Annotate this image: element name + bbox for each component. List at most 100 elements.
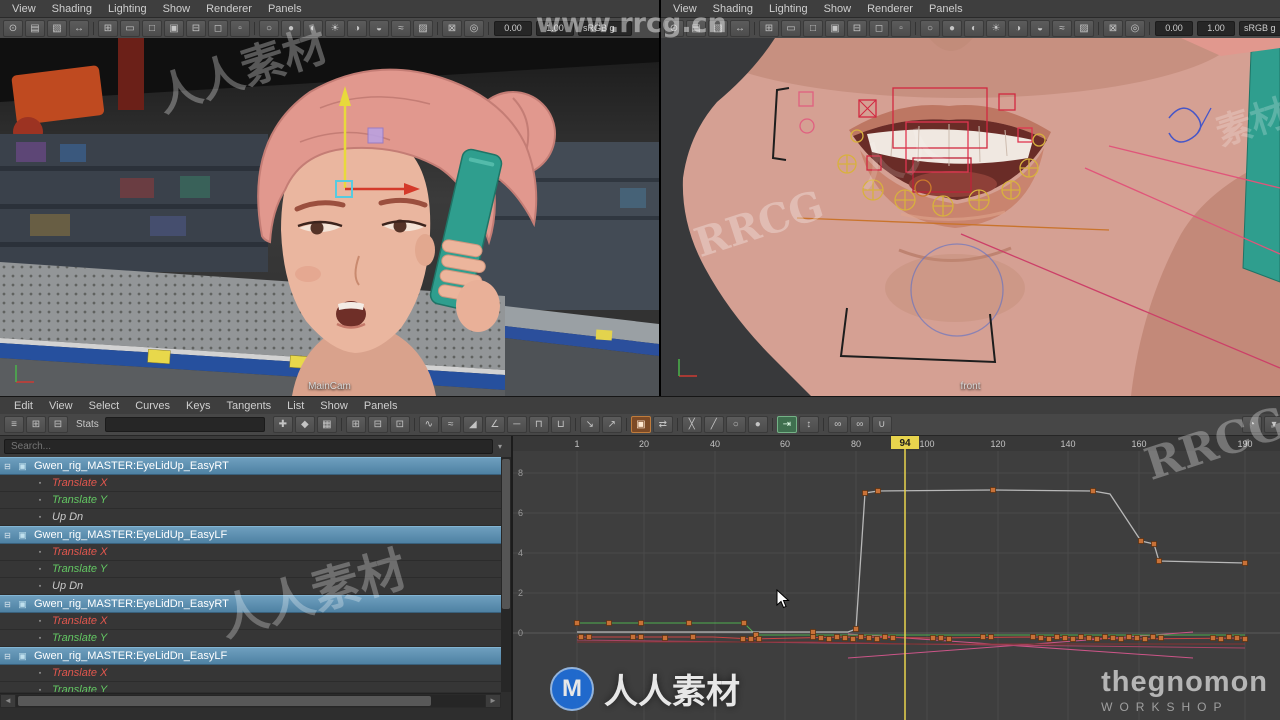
keyframe[interactable] — [663, 636, 668, 641]
keyframe[interactable] — [875, 637, 880, 642]
exposure-field[interactable]: 0.00 — [494, 21, 532, 36]
keyframe[interactable] — [883, 635, 888, 640]
grid-display-icon[interactable]: ⊞ — [759, 20, 779, 37]
keyframe[interactable] — [749, 637, 754, 642]
row-expander-icon[interactable]: ⊟ — [0, 652, 15, 661]
colorspace-field[interactable]: sRGB g — [1239, 21, 1280, 36]
curve-smoothness-icon[interactable]: ∪ — [872, 416, 892, 433]
isolate-select-icon[interactable]: ◎ — [464, 20, 484, 37]
keyframe[interactable] — [579, 635, 584, 640]
wireframe-icon[interactable]: ○ — [920, 20, 940, 37]
keyframe[interactable] — [757, 637, 762, 642]
menu-view[interactable]: View — [665, 2, 705, 16]
keyframe[interactable] — [1119, 637, 1124, 642]
search-input[interactable] — [4, 439, 493, 454]
menu-panels[interactable]: Panels — [356, 399, 406, 413]
safe-title-icon[interactable]: ▫ — [230, 20, 250, 37]
menu-show[interactable]: Show — [816, 2, 860, 16]
step-tangents-icon[interactable]: ⊓ — [529, 416, 549, 433]
menu-list[interactable]: List — [279, 399, 312, 413]
film-gate-icon[interactable]: ▭ — [120, 20, 140, 37]
default-in-tangent-icon[interactable]: ↘ — [580, 416, 600, 433]
keyframe[interactable] — [931, 636, 936, 641]
keyframe[interactable] — [989, 635, 994, 640]
clamped-tangents-icon[interactable]: ◢ — [463, 416, 483, 433]
scroll-right-icon[interactable]: ► — [485, 694, 501, 708]
use-all-lights-icon[interactable]: ☀ — [986, 20, 1006, 37]
keyframe[interactable] — [1151, 635, 1156, 640]
smoothness-fine-icon[interactable]: ◔ — [1242, 416, 1262, 433]
lattice-deform-keys-icon[interactable]: ▦ — [317, 416, 337, 433]
keyframe[interactable] — [876, 489, 881, 494]
keyframe[interactable] — [587, 635, 592, 640]
keyframe[interactable] — [1243, 561, 1248, 566]
scroll-track[interactable] — [16, 695, 485, 707]
motion-blur-icon[interactable]: ≈ — [391, 20, 411, 37]
menu-shading[interactable]: Shading — [44, 2, 100, 16]
motion-blur-icon[interactable]: ≈ — [1052, 20, 1072, 37]
break-tangents-icon[interactable]: ╳ — [682, 416, 702, 433]
wireframe-icon[interactable]: ○ — [259, 20, 279, 37]
keyframe[interactable] — [1091, 489, 1096, 494]
smooth-shade-icon[interactable]: ● — [281, 20, 301, 37]
gamma-field[interactable]: 1.00 — [536, 21, 574, 36]
outliner-attribute-row[interactable]: ▪Translate X — [0, 665, 501, 682]
scroll-left-icon[interactable]: ◄ — [0, 694, 16, 708]
smooth-shade-icon[interactable]: ● — [942, 20, 962, 37]
graph-list-view-icon[interactable]: ≡ — [4, 416, 24, 433]
menu-select[interactable]: Select — [81, 399, 128, 413]
keyframe[interactable] — [1152, 542, 1157, 547]
keyframe[interactable] — [1127, 635, 1132, 640]
keyframe[interactable] — [741, 637, 746, 642]
keyframe[interactable] — [607, 621, 612, 626]
time-snap-icon[interactable]: ⇥ — [777, 416, 797, 433]
outliner-attribute-row[interactable]: ▪Translate Y — [0, 492, 501, 509]
outliner-attribute-row[interactable]: ▪Translate Y — [0, 561, 501, 578]
menu-renderer[interactable]: Renderer — [198, 2, 260, 16]
outliner-attribute-row[interactable]: ▪Translate Y — [0, 682, 501, 692]
gate-mask-icon[interactable]: ▣ — [164, 20, 184, 37]
keyframe[interactable] — [835, 635, 840, 640]
keyframe[interactable] — [859, 635, 864, 640]
two-d-pan-zoom-icon[interactable]: ↔ — [69, 20, 89, 37]
default-out-tangent-icon[interactable]: ↗ — [602, 416, 622, 433]
row-expander-icon[interactable]: ⊟ — [0, 531, 15, 540]
keyframe[interactable] — [631, 635, 636, 640]
keyframe[interactable] — [1071, 637, 1076, 642]
menu-panels[interactable]: Panels — [921, 2, 971, 16]
image-plane-icon[interactable]: ▧ — [47, 20, 67, 37]
outliner-vertical-scrollbar[interactable] — [501, 457, 511, 692]
keyframe[interactable] — [1079, 635, 1084, 640]
keyframe[interactable] — [1157, 559, 1162, 564]
keyframe[interactable] — [639, 621, 644, 626]
xray-icon[interactable]: ⊠ — [442, 20, 462, 37]
camera-lock-icon[interactable]: ⊙ — [664, 20, 684, 37]
viewport-3d-canvas-maincam[interactable]: MainCam — [0, 38, 659, 396]
row-expander-icon[interactable]: ⊟ — [0, 600, 15, 609]
selected-control-box[interactable] — [368, 128, 383, 143]
multisample-icon[interactable]: ▨ — [413, 20, 433, 37]
plateau-tangents-icon[interactable]: ⊔ — [551, 416, 571, 433]
auto-tangents-icon[interactable]: ∿ — [419, 416, 439, 433]
menu-lighting[interactable]: Lighting — [761, 2, 816, 16]
keyframe[interactable] — [811, 630, 816, 635]
safe-title-icon[interactable]: ▫ — [891, 20, 911, 37]
keyframe[interactable] — [1243, 637, 1248, 642]
row-expander-icon[interactable]: ⊟ — [0, 462, 15, 471]
keyframe[interactable] — [854, 627, 859, 632]
screen-space-ao-icon[interactable]: ◒ — [369, 20, 389, 37]
outliner-object-row[interactable]: ⊟▣Gwen_rig_MASTER:EyeLidUp_EasyLF — [0, 526, 501, 544]
keyframe[interactable] — [1135, 636, 1140, 641]
outliner-attribute-row[interactable]: ▪Translate X — [0, 544, 501, 561]
outliner-horizontal-scrollbar[interactable]: ◄ ► — [0, 693, 501, 708]
camera-attributes-icon[interactable]: ▤ — [686, 20, 706, 37]
spline-tangents-icon[interactable]: ≈ — [441, 416, 461, 433]
use-all-lights-icon[interactable]: ☀ — [325, 20, 345, 37]
keyframe[interactable] — [863, 491, 868, 496]
outliner-object-row[interactable]: ⊟▣Gwen_rig_MASTER:EyeLidDn_EasyRT — [0, 595, 501, 613]
gamma-field[interactable]: 1.00 — [1197, 21, 1235, 36]
menu-panels[interactable]: Panels — [260, 2, 310, 16]
grid-display-icon[interactable]: ⊞ — [98, 20, 118, 37]
keyframe[interactable] — [867, 636, 872, 641]
safe-action-icon[interactable]: ◻ — [208, 20, 228, 37]
